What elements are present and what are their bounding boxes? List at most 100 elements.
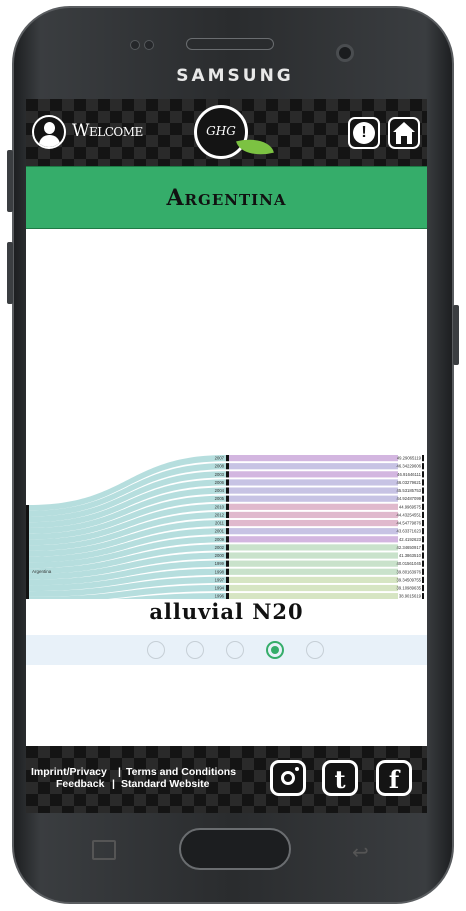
light-sensor: [144, 40, 154, 50]
value-label: 38.9015619: [399, 594, 422, 599]
flow-band-value: [229, 495, 398, 502]
home-button[interactable]: [388, 117, 420, 149]
year-node: [226, 487, 229, 494]
device-brand: SAMSUNG: [176, 66, 294, 86]
year-label: 2004: [215, 488, 225, 493]
carousel-pagination: [26, 635, 427, 665]
source-node: [26, 505, 29, 599]
year-label: 2008: [215, 464, 225, 469]
page-dot-3[interactable]: [226, 641, 244, 659]
flow-band-value: [229, 463, 398, 470]
year-node: [226, 511, 229, 519]
flow-band-value: [229, 536, 398, 543]
value-node: [422, 528, 424, 535]
value-label: 45.53185753: [397, 488, 422, 493]
flow-band-value: [229, 560, 398, 567]
value-node: [422, 487, 424, 494]
page-dot-2[interactable]: [186, 641, 204, 659]
page-dot-1[interactable]: [147, 641, 165, 659]
year-label: 2007: [215, 456, 225, 461]
year-node: [226, 568, 229, 575]
year-node: [226, 479, 229, 486]
year-node: [226, 560, 229, 567]
year-label: 1998: [215, 569, 225, 574]
year-node: [226, 584, 229, 592]
volume-down-button[interactable]: [7, 242, 13, 304]
year-node: [226, 528, 229, 535]
feedback-link[interactable]: Feedback: [56, 778, 104, 790]
year-node: [226, 552, 229, 559]
value-node: [422, 568, 424, 575]
welcome-label[interactable]: Welcome: [72, 121, 143, 141]
flow-band-value: [229, 487, 398, 494]
value-label: 46.91646111: [397, 472, 422, 477]
source-label: Argentina: [32, 569, 52, 574]
front-camera: [336, 44, 354, 62]
terms-link[interactable]: Terms and Conditions: [126, 766, 236, 778]
year-label: 1996: [215, 594, 225, 599]
year-label: 2005: [215, 496, 225, 501]
value-node: [422, 576, 424, 583]
year-label: 2009: [215, 537, 225, 542]
page-dot-5[interactable]: [306, 641, 324, 659]
value-label: 44.54779876: [397, 521, 422, 526]
page-dot-4[interactable]: [266, 641, 284, 659]
power-button[interactable]: [453, 305, 459, 365]
year-node: [226, 495, 229, 502]
country-header: Argentina: [26, 166, 427, 229]
value-label: 44.43254551: [397, 512, 422, 517]
proximity-sensor: [130, 40, 140, 50]
value-node: [422, 463, 424, 470]
back-key-icon[interactable]: ↩: [352, 840, 369, 865]
volume-up-button[interactable]: [7, 150, 13, 212]
flow-band-value: [229, 544, 398, 551]
value-label: 39.80163976: [397, 569, 422, 574]
year-label: 2001: [215, 529, 225, 534]
alluvial-chart: Argentina 2007 49.29065119 2008 46.34229606 2…: [26, 455, 424, 599]
year-node: [226, 519, 229, 527]
year-label: 2000: [215, 553, 225, 558]
flow-band-value: [229, 511, 398, 519]
value-label: 42.34650917: [397, 545, 422, 550]
value-label: 39.34509755: [397, 577, 422, 582]
facebook-icon[interactable]: f: [376, 760, 412, 796]
year-node: [226, 503, 229, 510]
value-node: [422, 471, 424, 478]
hardware-home-button[interactable]: [179, 828, 291, 870]
value-label: 43.63371623: [397, 529, 422, 534]
year-label: 1997: [215, 577, 225, 582]
value-node: [422, 544, 424, 551]
year-label: 1994: [215, 586, 225, 591]
year-label: 2006: [215, 480, 225, 485]
exclamation-icon: !: [353, 122, 375, 144]
year-label: 2002: [215, 545, 225, 550]
value-node: [422, 536, 424, 543]
year-node: [226, 463, 229, 470]
year-label: 2010: [215, 504, 225, 509]
year-node: [226, 576, 229, 583]
flow-band-value: [229, 479, 398, 486]
value-node: [422, 479, 424, 486]
info-button[interactable]: !: [348, 117, 380, 149]
separator: |: [112, 778, 115, 790]
value-node: [422, 495, 424, 502]
standard-website-link[interactable]: Standard Website: [121, 778, 210, 790]
flow-band-value: [229, 519, 398, 527]
chart-title: alluvial N20: [149, 599, 304, 624]
flow-band-value: [229, 584, 398, 592]
value-label: 46.03279621: [397, 480, 422, 485]
footer: Imprint/Privacy | Terms and Conditions F…: [26, 746, 427, 813]
recent-apps-key[interactable]: [92, 840, 116, 860]
imprint-link[interactable]: Imprint/Privacy: [31, 766, 107, 778]
value-node: [422, 519, 424, 527]
instagram-icon[interactable]: [270, 760, 306, 796]
tumblr-icon[interactable]: t: [322, 760, 358, 796]
flow-band-value: [229, 552, 398, 559]
year-node: [226, 544, 229, 551]
user-icon[interactable]: [32, 115, 66, 149]
value-label: 42.4192623: [399, 537, 422, 542]
flow-band-value: [229, 503, 398, 510]
flow-band-value: [229, 455, 398, 462]
year-node: [226, 455, 229, 462]
value-node: [422, 560, 424, 567]
